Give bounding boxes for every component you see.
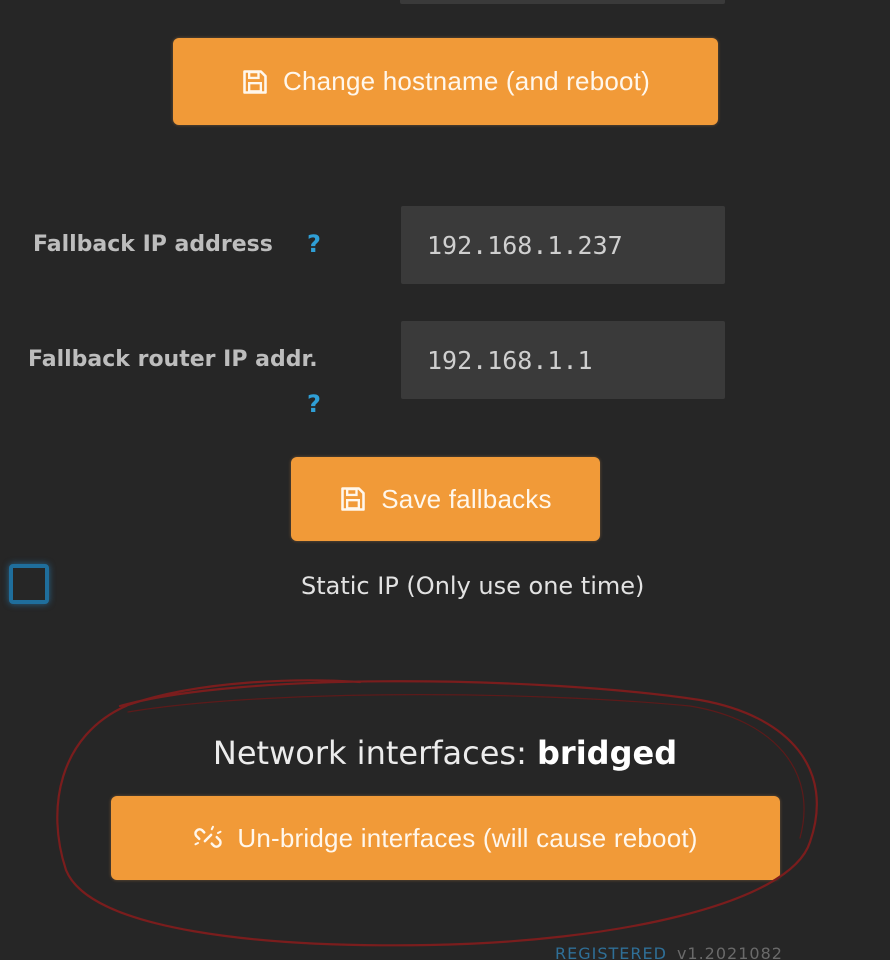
network-settings-page: Change hostname (and reboot) Fallback IP… [0, 0, 890, 960]
unlink-icon [193, 823, 223, 853]
version-label: v1.2021082 [676, 944, 783, 960]
unbridge-interfaces-label: Un-bridge interfaces (will cause reboot) [237, 822, 698, 853]
fallback-router-label: Fallback router IP addr. [28, 347, 318, 372]
floppy-disk-icon [241, 68, 269, 96]
network-interfaces-heading: Network interfaces: bridged [0, 734, 890, 772]
change-hostname-button[interactable]: Change hostname (and reboot) [173, 38, 718, 125]
fallback-ip-help-icon[interactable]: ? [307, 230, 321, 258]
unbridge-interfaces-button[interactable]: Un-bridge interfaces (will cause reboot) [111, 796, 780, 880]
static-ip-checkbox[interactable] [9, 564, 49, 604]
static-ip-label: Static IP (Only use one time) [301, 572, 645, 600]
save-fallbacks-label: Save fallbacks [381, 483, 552, 514]
fallback-router-help-icon[interactable]: ? [307, 390, 321, 418]
fallback-ip-input[interactable] [401, 206, 725, 284]
save-fallbacks-button[interactable]: Save fallbacks [291, 457, 600, 541]
network-interfaces-status: bridged [537, 734, 678, 772]
fallback-ip-label: Fallback IP address [33, 232, 273, 257]
change-hostname-label: Change hostname (and reboot) [283, 66, 650, 96]
registered-label: REGISTERED [555, 944, 667, 960]
hostname-input[interactable] [400, 0, 725, 4]
footer: REGISTERED v1.2021082 [555, 944, 783, 960]
fallback-router-input[interactable] [401, 321, 725, 399]
floppy-disk-icon [339, 485, 367, 513]
network-interfaces-prefix: Network interfaces: [212, 734, 538, 772]
